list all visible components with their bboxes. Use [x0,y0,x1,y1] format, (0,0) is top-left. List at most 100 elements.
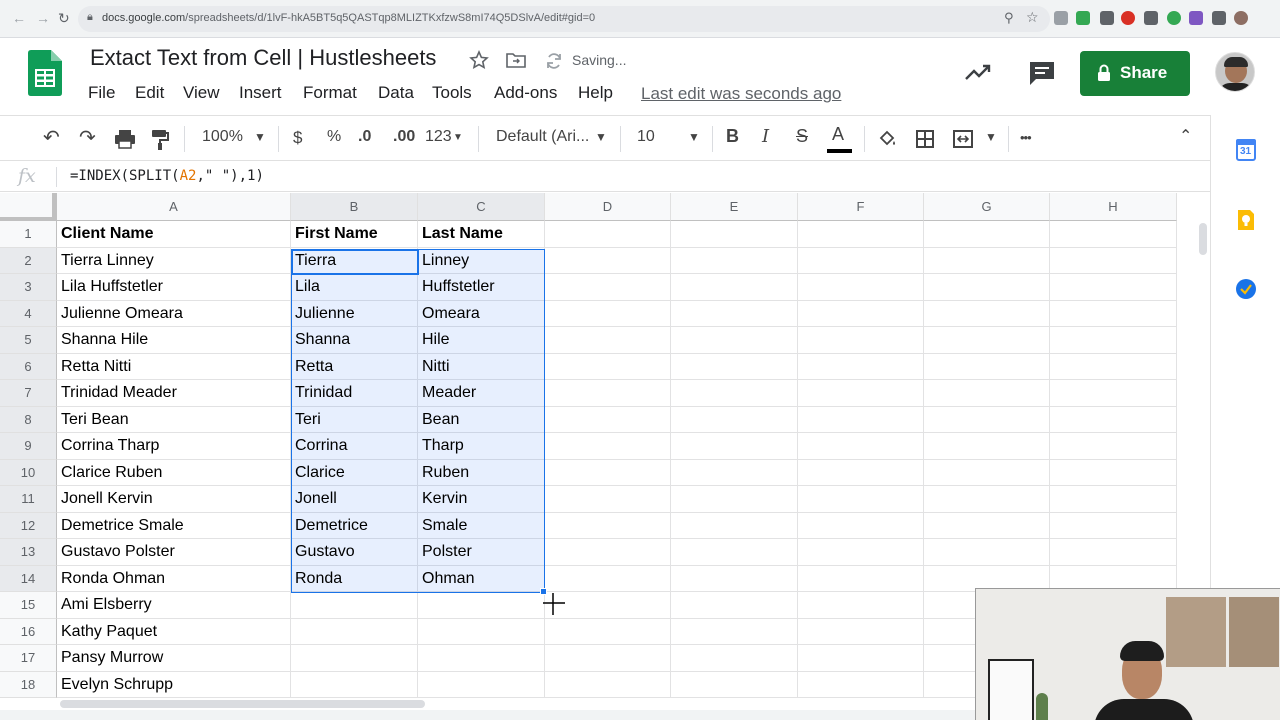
client-name-cell[interactable]: Teri Bean [57,407,291,434]
increase-decimal-button[interactable]: .00 [393,128,415,146]
client-name-cell[interactable]: Jonell Kervin [57,486,291,513]
print-icon[interactable] [114,129,136,149]
profile-icon[interactable] [1234,11,1248,25]
sheets-logo-icon[interactable] [28,50,62,96]
row-header-5[interactable]: 5 [0,327,57,354]
merge-dropdown-icon[interactable]: ▼ [985,130,997,144]
menu-help[interactable]: Help [578,83,613,103]
column-header-g[interactable]: G [924,193,1050,221]
row-header-15[interactable]: 15 [0,592,57,619]
column-header-h[interactable]: H [1050,193,1177,221]
row-header-10[interactable]: 10 [0,459,57,486]
zoom-dropdown-icon[interactable]: ▼ [254,130,266,144]
client-name-cell[interactable]: Evelyn Schrupp [57,672,291,699]
client-name-cell[interactable]: Gustavo Polster [57,539,291,566]
row-header-6[interactable]: 6 [0,353,57,380]
last-name-cell[interactable]: Nitti [418,354,545,381]
client-name-cell[interactable]: Kathy Paquet [57,619,291,646]
client-name-cell[interactable]: Pansy Murrow [57,645,291,672]
redo-icon[interactable]: ↷ [79,125,96,150]
first-name-cell[interactable]: Teri [291,407,418,434]
first-name-cell[interactable]: Shanna [291,327,418,354]
star-icon[interactable] [469,50,489,70]
comment-icon[interactable] [1028,60,1056,86]
row-header-12[interactable]: 12 [0,512,57,539]
last-name-cell[interactable]: Omeara [418,301,545,328]
fill-color-icon[interactable] [877,129,897,149]
share-button[interactable]: Share [1080,51,1190,96]
menu-view[interactable]: View [183,83,220,103]
last-edit-link[interactable]: Last edit was seconds ago [641,84,841,104]
currency-format-button[interactable]: $ [293,128,302,148]
client-name-cell[interactable]: Tierra Linney [57,248,291,275]
font-size-dropdown-icon[interactable]: ▼ [688,130,700,144]
menu-add-ons[interactable]: Add-ons [494,83,557,103]
document-title[interactable]: Extact Text from Cell | Hustlesheets [90,45,436,71]
vertical-scroll-thumb[interactable] [1199,223,1207,255]
column-header-a[interactable]: A [57,193,291,221]
first-name-cell[interactable]: Corrina [291,433,418,460]
first-name-cell[interactable]: Gustavo [291,539,418,566]
text-color-button[interactable]: A [832,124,844,145]
select-all-corner[interactable] [0,193,57,221]
last-name-cell[interactable]: Ohman [418,566,545,593]
client-name-cell[interactable]: Ronda Ohman [57,566,291,593]
last-name-cell[interactable]: Ruben [418,460,545,487]
column-header-f[interactable]: F [798,193,924,221]
menu-edit[interactable]: Edit [135,83,164,103]
row-header-1[interactable]: 1 [0,221,57,248]
zoom-icon[interactable]: ⚲ [1004,10,1014,26]
undo-icon[interactable]: ↶ [43,125,60,150]
italic-button[interactable]: I [762,126,769,147]
last-name-cell[interactable]: Smale [418,513,545,540]
row-header-3[interactable]: 3 [0,274,57,301]
column-header-b[interactable]: B [291,193,418,221]
menu-file[interactable]: File [88,83,115,103]
last-name-cell[interactable]: Huffstetler [418,274,545,301]
plus-extension-icon[interactable] [1076,11,1090,25]
menu-data[interactable]: Data [378,83,414,103]
first-name-cell[interactable]: Trinidad [291,380,418,407]
last-name-cell[interactable]: Bean [418,407,545,434]
address-bar[interactable]: 🔒︎ docs.google.com/spreadsheets/d/1lvF-h… [78,6,1050,32]
client-name-cell[interactable]: Shanna Hile [57,327,291,354]
menu-format[interactable]: Format [303,83,357,103]
collapse-toolbar-icon[interactable]: ⌃ [1179,126,1192,146]
client-name-cell[interactable]: Retta Nitti [57,354,291,381]
first-name-cell[interactable]: Retta [291,354,418,381]
last-name-cell[interactable]: Linney [418,248,545,275]
first-name-cell[interactable]: Lila [291,274,418,301]
first-name-cell[interactable]: Jonell [291,486,418,513]
borders-icon[interactable] [915,129,935,149]
client-name-cell[interactable]: Demetrice Smale [57,513,291,540]
percent-format-button[interactable]: % [327,128,341,146]
header-cell[interactable]: Client Name [57,221,291,248]
first-name-cell[interactable]: Julienne [291,301,418,328]
green-dot-extension-icon[interactable] [1167,11,1181,25]
forward-icon[interactable]: → [36,10,50,26]
activity-trend-icon[interactable] [964,62,992,82]
paint-format-icon[interactable] [150,129,170,151]
last-name-cell[interactable]: Polster [418,539,545,566]
calendar-icon[interactable]: 31 [1236,139,1256,161]
last-name-cell[interactable]: Kervin [418,486,545,513]
header-cell[interactable]: First Name [291,221,418,248]
more-tools-button[interactable]: ••• [1020,130,1032,145]
client-name-cell[interactable]: Clarice Ruben [57,460,291,487]
header-cell[interactable]: Last Name [418,221,545,248]
merge-cells-icon[interactable] [952,129,974,149]
row-header-8[interactable]: 8 [0,406,57,433]
row-header-14[interactable]: 14 [0,565,57,592]
row-header-7[interactable]: 7 [0,380,57,407]
first-name-cell[interactable]: Demetrice [291,513,418,540]
more-formats-button[interactable]: 123 [425,128,452,146]
font-select[interactable]: Default (Ari... [496,128,589,146]
puzzle-extension-icon[interactable] [1212,11,1226,25]
font-size-select[interactable]: 10 [637,128,655,146]
row-header-4[interactable]: 4 [0,300,57,327]
menu-tools[interactable]: Tools [432,83,472,103]
active-cell[interactable] [291,249,419,275]
last-name-cell[interactable]: Meader [418,380,545,407]
reload-icon[interactable]: ↻ [58,10,70,27]
bookmark-star-icon[interactable]: ☆ [1026,9,1039,26]
